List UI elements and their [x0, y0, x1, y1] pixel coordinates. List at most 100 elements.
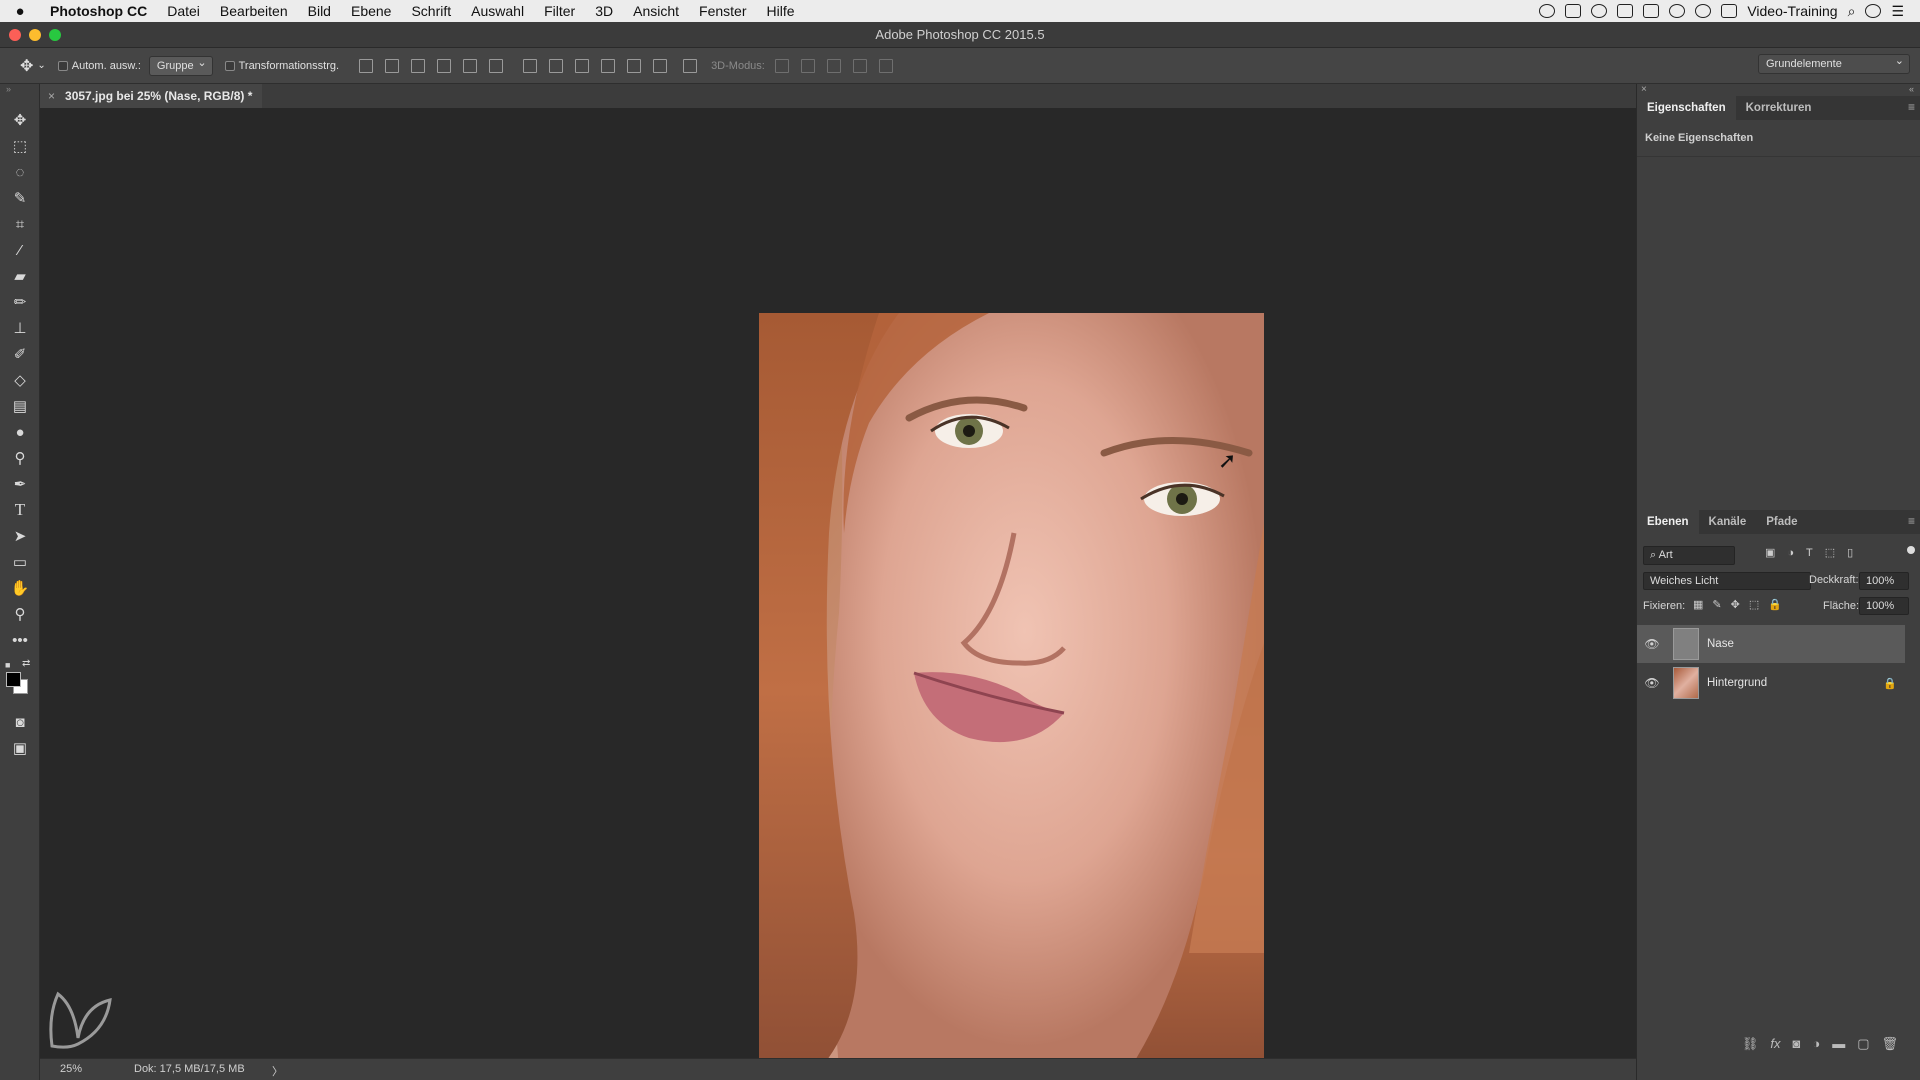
siri-icon[interactable] [1865, 4, 1882, 18]
close-window-button[interactable] [9, 29, 21, 41]
auto-align-icon[interactable] [683, 58, 698, 73]
apple-icon[interactable]: ● [0, 3, 40, 20]
lasso-tool-icon[interactable]: ◌ [10, 162, 30, 182]
foreground-color-swatch[interactable] [6, 672, 21, 687]
lock-options-icons[interactable]: ▦✎✥⬚🔒 [1693, 598, 1791, 611]
brush-tool-icon[interactable]: ✏ [10, 292, 30, 312]
tab-korrekturen[interactable]: Korrekturen [1736, 96, 1822, 120]
align-top-icon[interactable] [359, 58, 374, 73]
align-hcenter-icon[interactable] [463, 58, 478, 73]
fill-field[interactable]: 100% [1859, 597, 1909, 615]
zoom-tool-icon[interactable]: ⚲ [10, 604, 30, 624]
crop-tool-icon[interactable]: ⌗ [10, 214, 30, 234]
distribute-top-icon[interactable] [523, 58, 538, 73]
add-mask-icon[interactable]: ◙ [1792, 1036, 1800, 1052]
menu-app-name[interactable]: Photoshop CC [40, 3, 157, 19]
spotlight-icon[interactable]: ⌕ [1848, 3, 1856, 20]
tab-eigenschaften[interactable]: Eigenschaften [1637, 96, 1736, 120]
layer-style-fx-icon[interactable]: fx [1770, 1036, 1780, 1052]
distribute-vcenter-icon[interactable] [549, 58, 564, 73]
eyedropper-tool-icon[interactable]: ⁄ [10, 240, 30, 260]
zoom-level[interactable]: 25% [60, 1063, 82, 1075]
move-tool-icon[interactable]: ✥ [10, 110, 30, 130]
align-vcenter-icon[interactable] [385, 58, 400, 73]
tab-kanaele[interactable]: Kanäle [1699, 510, 1757, 534]
collapse-tools-icon[interactable]: » [6, 84, 11, 94]
marquee-tool-icon[interactable]: ⬚ [10, 136, 30, 156]
blur-tool-icon[interactable]: ● [10, 422, 30, 442]
tab-pfade[interactable]: Pfade [1756, 510, 1807, 534]
menu-ebene[interactable]: Ebene [341, 3, 401, 19]
menu-bearbeiten[interactable]: Bearbeiten [210, 3, 298, 19]
visibility-eye-icon[interactable]: 👁 [1641, 676, 1663, 690]
swap-colors-icon[interactable]: ⇄ [22, 658, 30, 669]
distribute-hcenter-icon[interactable] [627, 58, 642, 73]
history-brush-tool-icon[interactable]: ✐ [10, 344, 30, 364]
display-icon[interactable] [1617, 4, 1634, 18]
hand-tool-icon[interactable]: ✋ [10, 578, 30, 598]
eraser-tool-icon[interactable]: ◇ [10, 370, 30, 390]
layer-name[interactable]: Hintergrund [1707, 677, 1767, 689]
workspace-dropdown[interactable]: Grundelemente [1758, 54, 1910, 74]
transform-controls-checkbox[interactable] [224, 60, 235, 71]
type-tool-icon[interactable]: T [10, 500, 30, 520]
align-bottom-icon[interactable] [411, 58, 426, 73]
link-layers-icon[interactable]: ⛓ [1742, 1036, 1759, 1052]
3d-scale-icon[interactable] [878, 58, 893, 73]
dropbox-icon[interactable] [1565, 4, 1582, 18]
align-right-icon[interactable] [489, 58, 504, 73]
layer-row-hintergrund[interactable]: 👁 Hintergrund 🔒 [1637, 664, 1905, 702]
bluetooth-icon[interactable] [1669, 4, 1686, 18]
filter-toggle-icon[interactable] [1907, 546, 1915, 554]
menu-filter[interactable]: Filter [534, 3, 585, 19]
gradient-tool-icon[interactable]: ▤ [10, 396, 30, 416]
3d-slide-icon[interactable] [852, 58, 867, 73]
document-tab[interactable]: × 3057.jpg bei 25% (Nase, RGB/8) * [40, 84, 262, 108]
minimize-window-button[interactable] [29, 29, 41, 41]
close-panel-icon[interactable]: × [1641, 84, 1647, 95]
blend-mode-dropdown[interactable]: Weiches Licht [1643, 572, 1811, 590]
user-name[interactable]: Video-Training [1747, 3, 1837, 19]
menu-hilfe[interactable]: Hilfe [757, 3, 805, 19]
menu-bild[interactable]: Bild [298, 3, 341, 19]
move-tool-preset-icon[interactable]: ✥ [20, 56, 33, 76]
healing-brush-tool-icon[interactable]: ▰ [10, 266, 30, 286]
distribute-bottom-icon[interactable] [575, 58, 590, 73]
menu-3d[interactable]: 3D [585, 3, 623, 19]
chevron-down-icon[interactable]: ⌄ [37, 60, 45, 71]
airplay-icon[interactable] [1721, 4, 1738, 18]
close-tab-icon[interactable]: × [48, 89, 55, 103]
zoom-window-button[interactable] [49, 29, 61, 41]
adjustment-layer-icon[interactable]: ◑ [1812, 1036, 1820, 1052]
menu-fenster[interactable]: Fenster [689, 3, 756, 19]
menu-schrift[interactable]: Schrift [401, 3, 461, 19]
pen-tool-icon[interactable]: ✒ [10, 474, 30, 494]
trash-icon[interactable]: 🗑 [1881, 1036, 1898, 1052]
path-selection-tool-icon[interactable]: ➤ [10, 526, 30, 546]
tab-ebenen[interactable]: Ebenen [1637, 510, 1699, 534]
layer-name[interactable]: Nase [1707, 638, 1734, 650]
rectangle-tool-icon[interactable]: ▭ [10, 552, 30, 572]
visibility-eye-icon[interactable]: 👁 [1641, 637, 1663, 651]
menu-ansicht[interactable]: Ansicht [623, 3, 689, 19]
auto-select-checkbox[interactable] [57, 60, 68, 71]
screen-mode-icon[interactable]: ▣ [10, 738, 30, 758]
layer-row-nase[interactable]: 👁 Nase [1637, 625, 1905, 663]
3d-roll-icon[interactable] [800, 58, 815, 73]
quick-selection-tool-icon[interactable]: ✎ [10, 188, 30, 208]
creative-cloud-icon[interactable] [1591, 4, 1608, 18]
layers-panel-menu-icon[interactable]: ≡ [1908, 514, 1915, 528]
distribute-left-icon[interactable] [601, 58, 616, 73]
wifi-icon[interactable] [1695, 4, 1712, 18]
menu-datei[interactable]: Datei [157, 3, 210, 19]
opacity-field[interactable]: 100% [1859, 572, 1909, 590]
collapse-panel-icon[interactable]: « [1909, 84, 1914, 94]
default-colors-icon[interactable]: ■ [5, 660, 10, 670]
distribute-right-icon[interactable] [653, 58, 668, 73]
panel-menu-icon[interactable]: ≡ [1908, 100, 1915, 114]
skype-icon[interactable] [1643, 4, 1660, 18]
align-left-icon[interactable] [437, 58, 452, 73]
canvas-area[interactable]: ➚ [40, 108, 1636, 1070]
status-menu-arrow[interactable]: 〉 [272, 1063, 283, 1079]
more-tools-icon[interactable]: ••• [10, 630, 30, 650]
